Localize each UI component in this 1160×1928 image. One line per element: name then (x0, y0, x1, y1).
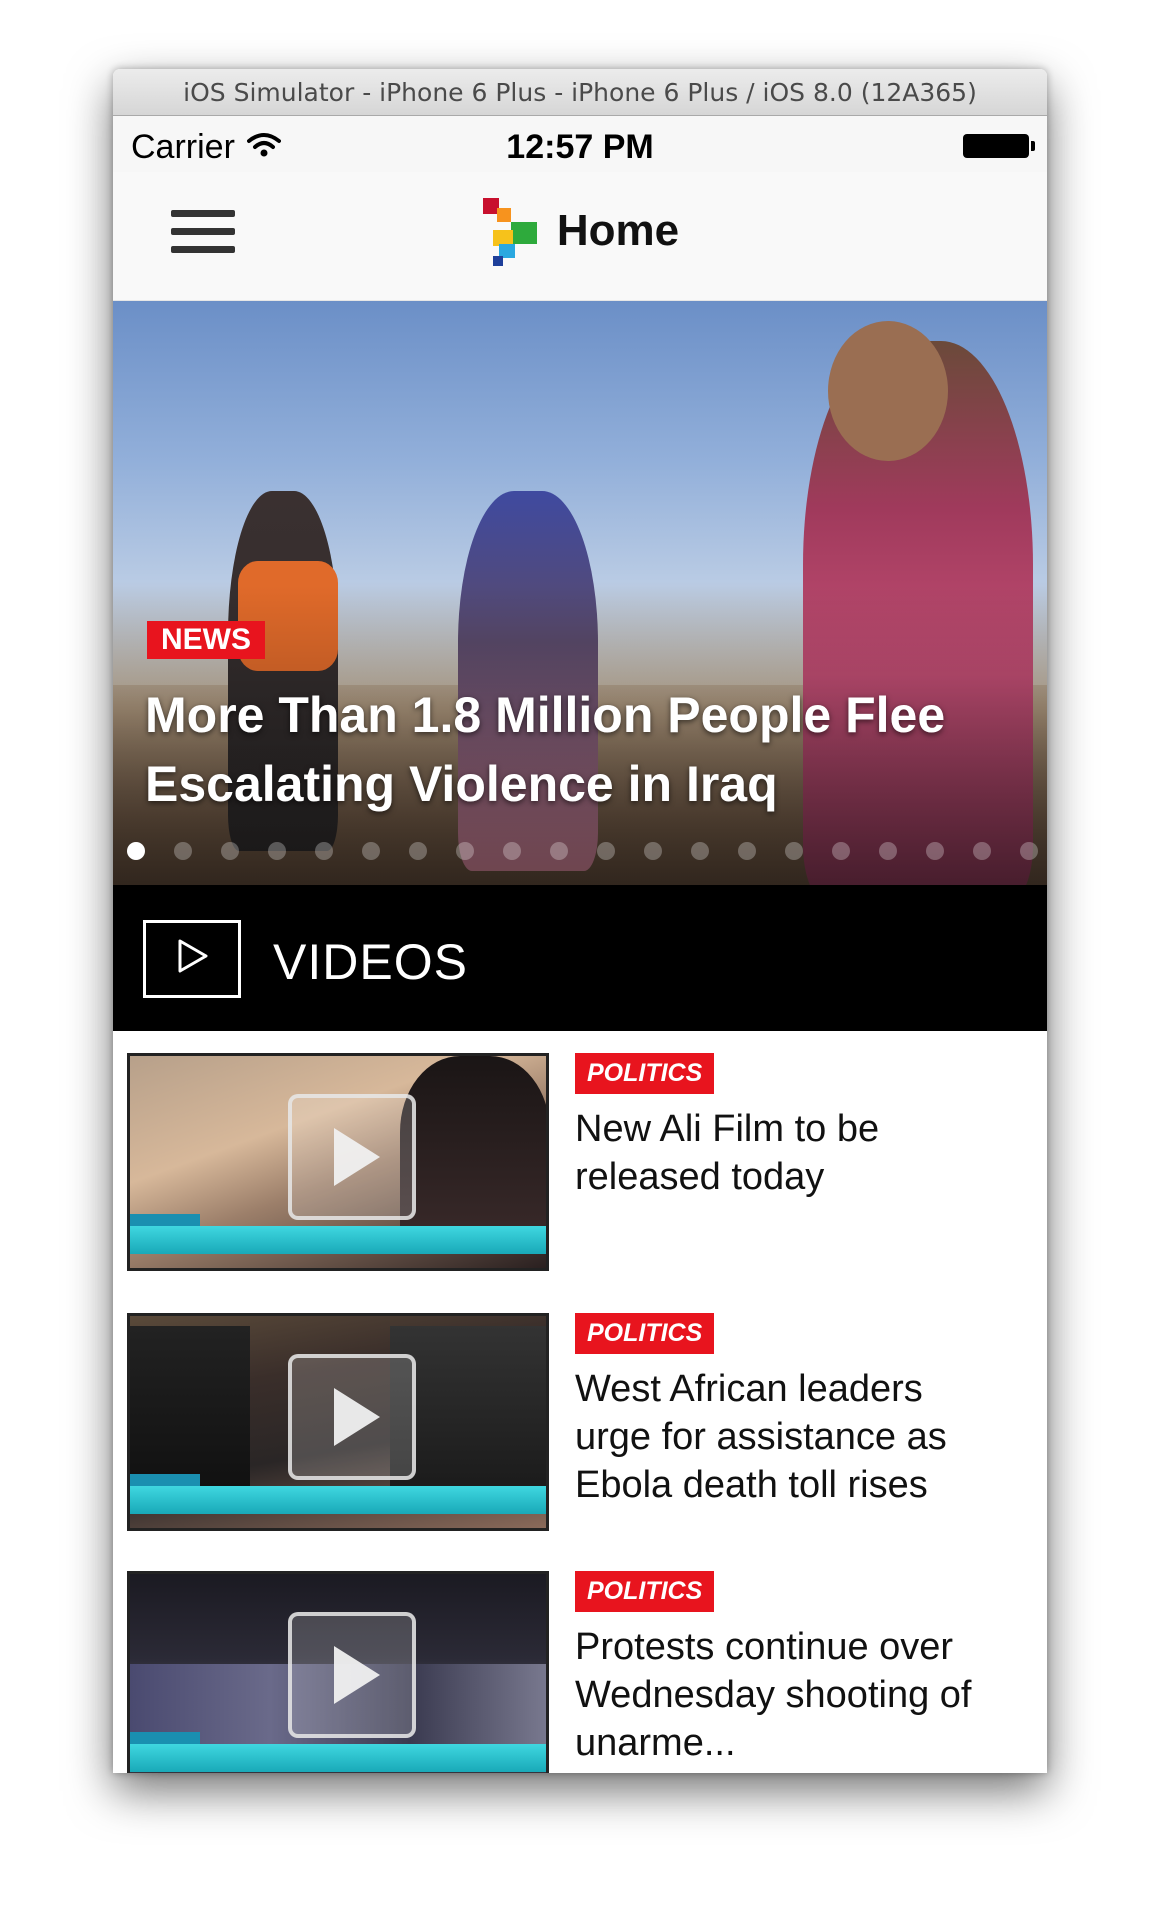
status-time: 12:57 PM (506, 128, 654, 166)
carousel-dot[interactable] (221, 842, 239, 860)
video-thumbnail[interactable] (127, 1571, 549, 1773)
video-title[interactable]: New Ali Film to be released today (575, 1105, 995, 1201)
thumbnail-ticker (130, 1226, 546, 1254)
carousel-dot[interactable] (785, 842, 803, 860)
video-thumbnail[interactable] (127, 1313, 549, 1531)
carousel-dot[interactable] (409, 842, 427, 860)
carousel-dot[interactable] (926, 842, 944, 860)
carousel-dot[interactable] (738, 842, 756, 860)
thumbnail-ticker (130, 1486, 546, 1514)
status-bar: Carrier 12:57 PM (113, 116, 1047, 172)
window-titlebar: iOS Simulator - iPhone 6 Plus - iPhone 6… (113, 69, 1047, 116)
play-icon (143, 920, 241, 998)
carousel-dot[interactable] (597, 842, 615, 860)
carousel-dot[interactable] (644, 842, 662, 860)
carousel-dot[interactable] (879, 842, 897, 860)
thumbnail-ticker (130, 1744, 546, 1772)
carousel-dot[interactable] (268, 842, 286, 860)
video-title[interactable]: Protests continue over Wednesday shootin… (575, 1623, 995, 1767)
video-list-item[interactable]: POLITICS New Ali Film to be released tod… (127, 1053, 1033, 1273)
carousel-dot[interactable] (174, 842, 192, 860)
carousel-dot[interactable] (973, 842, 991, 860)
page-title: Home (556, 206, 680, 255)
nav-title-group: Home (113, 196, 1047, 266)
carousel-dot[interactable] (127, 842, 145, 860)
play-button-icon[interactable] (288, 1612, 416, 1738)
videos-section-title: VIDEOS (273, 934, 468, 990)
video-thumbnail[interactable] (127, 1053, 549, 1271)
window-title: iOS Simulator - iPhone 6 Plus - iPhone 6… (183, 77, 977, 107)
carousel-dot[interactable] (456, 842, 474, 860)
carousel-dot[interactable] (315, 842, 333, 860)
carousel-dot[interactable] (550, 842, 568, 860)
video-list-item[interactable]: POLITICS Protests continue over Wednesda… (127, 1571, 1033, 1773)
carousel-page-indicator[interactable] (127, 842, 1047, 860)
video-category-badge: POLITICS (575, 1313, 715, 1354)
video-category-badge: POLITICS (575, 1571, 715, 1612)
thumbnail-scene (130, 1326, 250, 1496)
play-button-icon[interactable] (288, 1354, 416, 1480)
video-list-item[interactable]: POLITICS West African leaders urge for a… (127, 1313, 1033, 1533)
video-category-badge: POLITICS (575, 1053, 715, 1094)
simulator-window: iOS Simulator - iPhone 6 Plus - iPhone 6… (113, 69, 1047, 1773)
carousel-dot[interactable] (1020, 842, 1038, 860)
carousel-dot[interactable] (832, 842, 850, 860)
thumbnail-scene (400, 1056, 546, 1246)
carousel-dot[interactable] (362, 842, 380, 860)
hero-category-badge: NEWS (147, 621, 265, 659)
hero-photo-figure (828, 321, 948, 461)
phone-screen: Carrier 12:57 PM Home NEWS More Than 1.8… (113, 116, 1047, 1773)
hero-carousel[interactable]: NEWS More Than 1.8 Million People Flee E… (113, 301, 1047, 885)
carousel-dot[interactable] (691, 842, 709, 860)
video-title[interactable]: West African leaders urge for assistance… (575, 1365, 995, 1509)
battery-icon (963, 134, 1035, 158)
play-button-icon[interactable] (288, 1094, 416, 1220)
navigation-bar: Home (113, 172, 1047, 301)
hero-headline[interactable]: More Than 1.8 Million People Flee Escala… (145, 681, 1005, 819)
app-logo-icon (481, 196, 547, 266)
videos-section-header: VIDEOS (113, 885, 1047, 1031)
carousel-dot[interactable] (503, 842, 521, 860)
